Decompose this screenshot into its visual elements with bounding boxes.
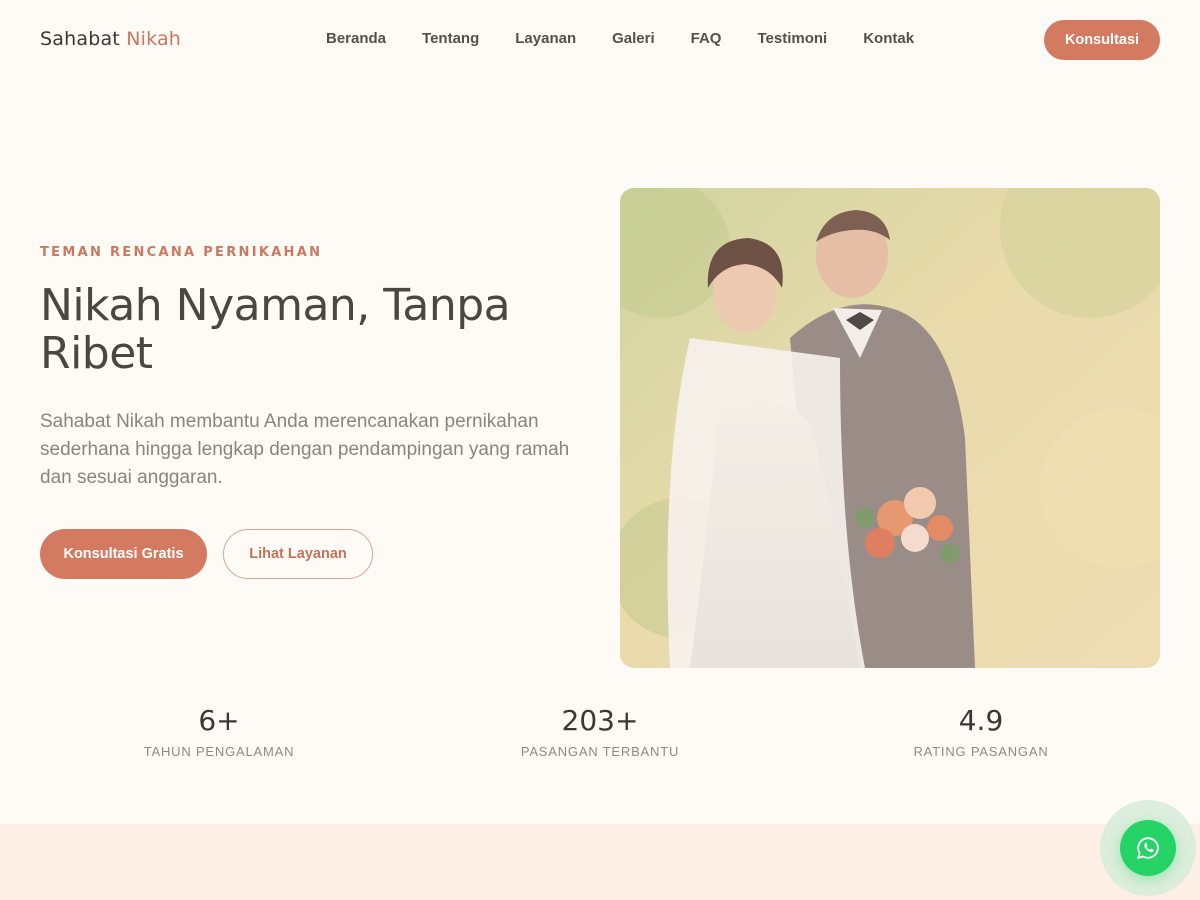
next-section-background — [0, 824, 1200, 900]
stat-label: RATING PASANGAN — [913, 744, 1049, 759]
brand-name-accent: Nikah — [126, 28, 182, 50]
nav-link-kontak[interactable]: Kontak — [863, 30, 914, 47]
nav-link-faq[interactable]: FAQ — [691, 30, 722, 47]
stat-label: TAHUN PENGALAMAN — [143, 744, 295, 759]
nav-link-layanan[interactable]: Layanan — [515, 30, 576, 47]
free-consultation-button[interactable]: Konsultasi Gratis — [40, 529, 207, 579]
stat-label: PASANGAN TERBANTU — [520, 744, 680, 759]
hero-title: Nikah Nyaman, Tanpa Ribet — [40, 280, 511, 379]
nav-link-tentang[interactable]: Tentang — [422, 30, 479, 47]
stat-experience: 6+ TAHUN PENGALAMAN — [39, 704, 399, 759]
nav-link-beranda[interactable]: Beranda — [326, 30, 386, 47]
stat-value: 203+ — [561, 704, 639, 737]
view-services-button[interactable]: Lihat Layanan — [223, 529, 373, 579]
stat-couples: 203+ PASANGAN TERBANTU — [420, 704, 780, 759]
hero-description: Sahabat Nikah membantu Anda merencanakan… — [40, 411, 570, 488]
nav-link-testimoni[interactable]: Testimoni — [757, 30, 827, 47]
stat-rating: 4.9 RATING PASANGAN — [801, 704, 1161, 759]
wedding-couple-photo — [620, 188, 1160, 668]
nav-menu: Beranda Tentang Layanan Galeri FAQ Testi… — [326, 30, 914, 47]
navbar: Sahabat Nikah Beranda Tentang Layanan Ga… — [0, 0, 1200, 80]
brand-name-primary: Sahabat — [40, 28, 120, 50]
whatsapp-floating-button[interactable] — [1120, 820, 1176, 876]
brand-logo[interactable]: Sahabat Nikah — [40, 28, 181, 50]
stat-value: 4.9 — [958, 704, 1004, 737]
wedding-couple-illustration — [620, 188, 1160, 668]
hero-eyebrow: TEMAN RENCANA PERNIKAHAN — [40, 245, 323, 260]
consultation-nav-button[interactable]: Konsultasi — [1044, 20, 1160, 60]
nav-link-galeri[interactable]: Galeri — [612, 30, 655, 47]
stat-value: 6+ — [198, 704, 240, 737]
whatsapp-icon — [1137, 837, 1159, 860]
